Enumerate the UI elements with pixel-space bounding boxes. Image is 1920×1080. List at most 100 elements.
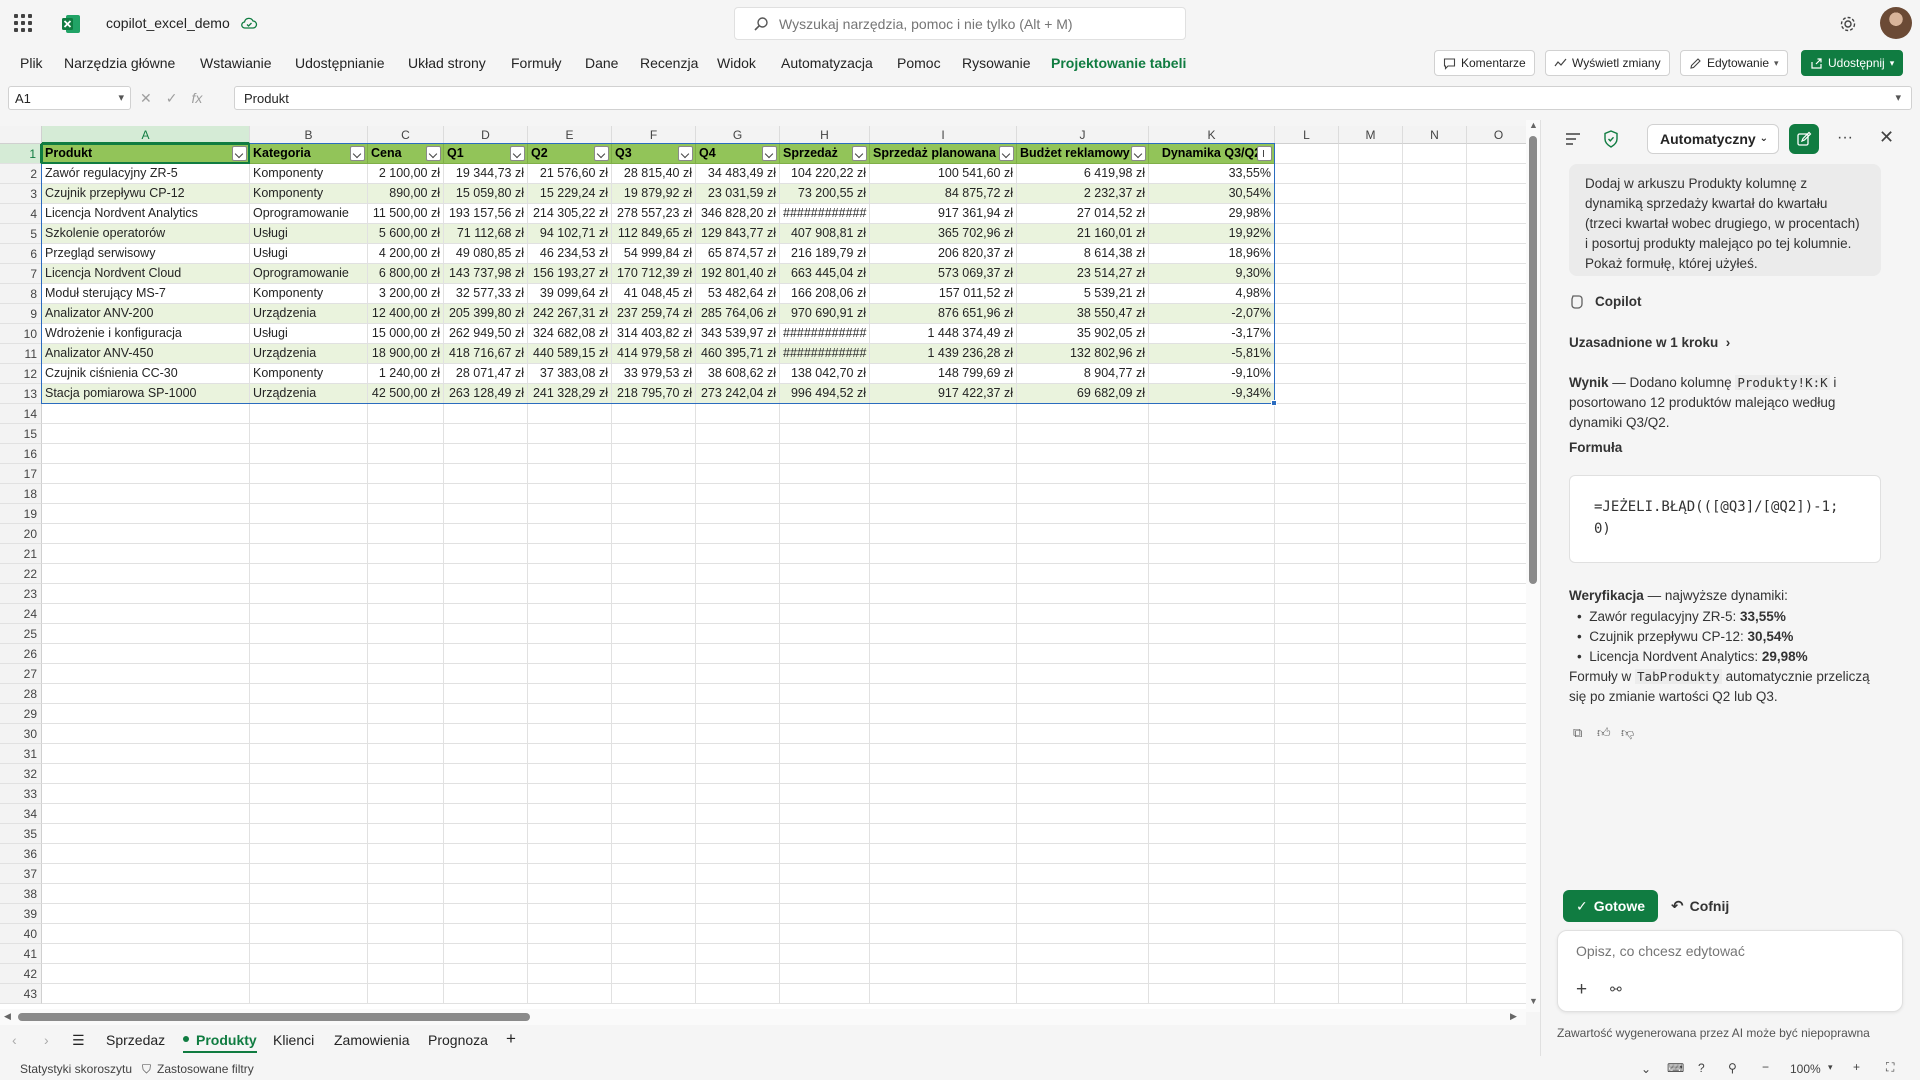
cell[interactable] bbox=[870, 484, 1017, 504]
table-cell[interactable]: Komponenty bbox=[250, 184, 368, 204]
cell[interactable] bbox=[42, 584, 250, 604]
cell[interactable] bbox=[528, 904, 612, 924]
cell[interactable] bbox=[1275, 804, 1339, 824]
cell[interactable] bbox=[1275, 404, 1339, 424]
scroll-down-icon[interactable]: ▼ bbox=[1529, 996, 1538, 1006]
cell[interactable] bbox=[612, 604, 696, 624]
cell[interactable] bbox=[1017, 684, 1149, 704]
table-cell[interactable]: 663 445,04 zł bbox=[780, 264, 870, 284]
cell[interactable] bbox=[368, 604, 444, 624]
cell[interactable] bbox=[1339, 404, 1403, 424]
cell[interactable] bbox=[368, 824, 444, 844]
cell[interactable] bbox=[780, 644, 870, 664]
cell[interactable] bbox=[1017, 864, 1149, 884]
cell[interactable] bbox=[696, 484, 780, 504]
cell[interactable] bbox=[444, 924, 528, 944]
cell[interactable] bbox=[780, 544, 870, 564]
filter-dropdown-icon[interactable] bbox=[232, 146, 247, 161]
cell[interactable] bbox=[696, 904, 780, 924]
cell[interactable] bbox=[1339, 364, 1403, 384]
cell[interactable] bbox=[780, 764, 870, 784]
tab-klienci[interactable]: Klienci bbox=[273, 1032, 314, 1048]
column-header[interactable]: K bbox=[1149, 126, 1275, 144]
table-cell[interactable]: 218 795,70 zł bbox=[612, 384, 696, 404]
cell[interactable] bbox=[528, 604, 612, 624]
prompt-input[interactable] bbox=[1576, 943, 1886, 967]
cell[interactable] bbox=[696, 704, 780, 724]
show-changes-button[interactable]: Wyświetl zmiany bbox=[1545, 50, 1670, 76]
cell[interactable] bbox=[1467, 984, 1526, 1004]
column-header[interactable]: B bbox=[250, 126, 368, 144]
cell[interactable] bbox=[696, 584, 780, 604]
cell[interactable] bbox=[1403, 764, 1467, 784]
column-header[interactable]: F bbox=[612, 126, 696, 144]
cell[interactable] bbox=[696, 424, 780, 444]
cell[interactable] bbox=[612, 684, 696, 704]
column-header[interactable]: L bbox=[1275, 126, 1339, 144]
cell[interactable] bbox=[368, 724, 444, 744]
cell[interactable] bbox=[1467, 544, 1526, 564]
cell[interactable] bbox=[528, 804, 612, 824]
cell[interactable] bbox=[1017, 904, 1149, 924]
cell[interactable] bbox=[696, 464, 780, 484]
cell[interactable] bbox=[444, 484, 528, 504]
cell[interactable] bbox=[1403, 724, 1467, 744]
menu-dane[interactable]: Dane bbox=[585, 55, 618, 71]
table-cell[interactable]: 41 048,45 zł bbox=[612, 284, 696, 304]
menu-automatyzacja[interactable]: Automatyzacja bbox=[781, 55, 873, 71]
cell[interactable] bbox=[42, 464, 250, 484]
cell[interactable] bbox=[780, 944, 870, 964]
cell[interactable] bbox=[1017, 744, 1149, 764]
cell[interactable] bbox=[1403, 464, 1467, 484]
cell[interactable] bbox=[1403, 604, 1467, 624]
cell[interactable] bbox=[1275, 784, 1339, 804]
cell[interactable] bbox=[1467, 464, 1526, 484]
cell[interactable] bbox=[1339, 904, 1403, 924]
table-cell[interactable]: 365 702,96 zł bbox=[870, 224, 1017, 244]
table-header-cell[interactable]: Dynamika Q3/Q2 bbox=[1149, 144, 1275, 164]
table-cell[interactable]: 418 716,67 zł bbox=[444, 344, 528, 364]
cell[interactable] bbox=[696, 684, 780, 704]
cell[interactable] bbox=[696, 724, 780, 744]
cell[interactable] bbox=[1339, 424, 1403, 444]
cell[interactable] bbox=[528, 884, 612, 904]
cell[interactable] bbox=[870, 964, 1017, 984]
cell[interactable] bbox=[1275, 664, 1339, 684]
cell[interactable] bbox=[1467, 944, 1526, 964]
table-cell[interactable]: 38 608,62 zł bbox=[696, 364, 780, 384]
cell[interactable] bbox=[1339, 344, 1403, 364]
menu-plik[interactable]: Plik bbox=[20, 55, 43, 71]
copilot-mode-dropdown[interactable]: Automatyczny ⌄ bbox=[1647, 124, 1779, 154]
scroll-left-icon[interactable]: ◀ bbox=[4, 1011, 11, 1022]
cell[interactable] bbox=[1339, 324, 1403, 344]
cell[interactable] bbox=[368, 904, 444, 924]
cell[interactable] bbox=[780, 984, 870, 1004]
cell[interactable] bbox=[1467, 604, 1526, 624]
cell[interactable] bbox=[696, 924, 780, 944]
cell[interactable] bbox=[870, 784, 1017, 804]
cell[interactable] bbox=[1339, 764, 1403, 784]
cell[interactable] bbox=[696, 844, 780, 864]
cell[interactable] bbox=[612, 804, 696, 824]
cell[interactable] bbox=[444, 884, 528, 904]
cell[interactable] bbox=[1275, 884, 1339, 904]
row-header[interactable]: 7 bbox=[0, 264, 42, 284]
cell[interactable] bbox=[1467, 284, 1526, 304]
cell[interactable] bbox=[1339, 804, 1403, 824]
cell[interactable] bbox=[1403, 164, 1467, 184]
table-cell[interactable]: 4 200,00 zł bbox=[368, 244, 444, 264]
menu-pomoc[interactable]: Pomoc bbox=[897, 55, 941, 71]
cell[interactable] bbox=[1275, 384, 1339, 404]
cell[interactable] bbox=[1467, 564, 1526, 584]
reasoning-steps-link[interactable]: Uzasadnione w 1 kroku › bbox=[1569, 333, 1730, 353]
row-header[interactable]: 4 bbox=[0, 204, 42, 224]
row-header[interactable]: 23 bbox=[0, 584, 42, 604]
cell[interactable] bbox=[696, 624, 780, 644]
cell[interactable] bbox=[42, 684, 250, 704]
cell[interactable] bbox=[250, 704, 368, 724]
cell[interactable] bbox=[1467, 704, 1526, 724]
cell[interactable] bbox=[612, 444, 696, 464]
row-header[interactable]: 9 bbox=[0, 304, 42, 324]
cell[interactable] bbox=[368, 624, 444, 644]
filter-dropdown-icon[interactable] bbox=[510, 146, 525, 161]
